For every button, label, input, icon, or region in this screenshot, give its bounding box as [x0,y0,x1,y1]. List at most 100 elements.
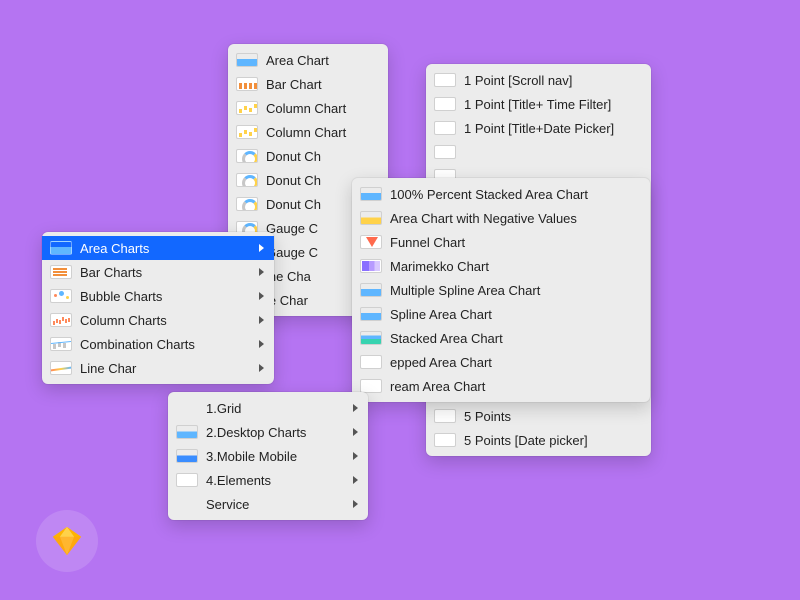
points-item[interactable]: 5 Points [426,404,651,428]
area-charts-submenu: 100% Percent Stacked Area Chart Area Char… [352,178,650,402]
chart-thumb-icon [360,211,382,225]
area-sub-item[interactable]: Spline Area Chart [352,302,650,326]
menu-item-label: Line Char [80,361,241,376]
sketch-badge [36,510,98,572]
menu-item-label: Service [206,497,335,512]
area-sub-item[interactable]: epped Area Chart [352,350,650,374]
chart-thumb-icon [50,265,72,279]
chart-category-item[interactable]: Column Charts [42,308,274,332]
chart-type-item[interactable]: Column Chart [228,120,388,144]
menu-item-label: 5 Points [464,409,641,424]
menu-item-label: Donut Ch [266,149,378,164]
menu-item-label: 5 Points [Date picker] [464,433,641,448]
chevron-right-icon [353,452,358,460]
chart-type-item[interactable]: Column Chart [228,96,388,120]
chart-category-item[interactable]: Bubble Charts [42,284,274,308]
menu-item-label: Area Chart [266,53,378,68]
menu-item-label: 2.Desktop Charts [206,425,335,440]
chart-thumb-icon [236,77,258,91]
chevron-right-icon [259,292,264,300]
menu-item-label: Bubble Charts [80,289,241,304]
numbered-item[interactable]: 4.Elements [168,468,368,492]
area-sub-item[interactable]: Marimekko Chart [352,254,650,278]
menu-item-label: Combination Charts [80,337,241,352]
chart-thumb-icon [360,235,382,249]
chart-thumb-icon [50,241,72,255]
chart-type-item[interactable]: Bar Chart [228,72,388,96]
menu-item-label: epped Area Chart [390,355,640,370]
numbered-item[interactable]: 3.Mobile Mobile [168,444,368,468]
chevron-right-icon [353,404,358,412]
chevron-right-icon [259,364,264,372]
menu-item-label: 1 Point [Title+Date Picker] [464,121,641,136]
menu-item-label: 1 Point [Title+ Time Filter] [464,97,641,112]
chevron-right-icon [259,268,264,276]
menu-item-label: 4.Elements [206,473,335,488]
chart-thumb-icon [360,259,382,273]
numbered-item[interactable]: Service [168,492,368,516]
menu-item-label: 3.Mobile Mobile [206,449,335,464]
chart-thumb-icon [176,425,198,439]
points-item[interactable]: 5 Points [Date picker] [426,428,651,452]
chart-thumb-icon [360,307,382,321]
menu-item-label: Column Charts [80,313,241,328]
chevron-right-icon [353,500,358,508]
chart-type-item[interactable]: Donut Ch [228,144,388,168]
points-item[interactable] [426,140,651,164]
menu-item-label: 1 Point [Scroll nav] [464,73,641,88]
area-sub-item[interactable]: Area Chart with Negative Values [352,206,650,230]
chart-thumb-icon [50,289,72,303]
menu-item-label: Spline Area Chart [390,307,640,322]
chart-category-item[interactable]: Line Char [42,356,274,380]
chart-thumb-icon [360,283,382,297]
chart-thumb-icon [434,73,456,87]
numbered-item[interactable]: 2.Desktop Charts [168,420,368,444]
chart-thumb-icon [50,361,72,375]
area-sub-item[interactable]: Stacked Area Chart [352,326,650,350]
menu-item-label: 100% Percent Stacked Area Chart [390,187,640,202]
chevron-right-icon [259,316,264,324]
chart-thumb-icon [176,473,198,487]
chart-thumb-icon [360,355,382,369]
area-sub-item[interactable]: Funnel Chart [352,230,650,254]
menu-item-label: 1.Grid [206,401,335,416]
menu-item-label: Column Chart [266,101,378,116]
menu-item-label: Stacked Area Chart [390,331,640,346]
chart-category-menu: Area Charts Bar Charts Bubble Charts Column… [42,232,274,384]
chart-thumb-icon [434,145,456,159]
chart-category-item[interactable]: Combination Charts [42,332,274,356]
chart-thumb-icon [434,433,456,447]
area-sub-item[interactable]: ream Area Chart [352,374,650,398]
chart-thumb-icon [236,197,258,211]
points-item[interactable]: 1 Point [Title+ Time Filter] [426,92,651,116]
chart-type-item[interactable]: Area Chart [228,48,388,72]
chart-thumb-icon [360,331,382,345]
area-sub-item[interactable]: 100% Percent Stacked Area Chart [352,182,650,206]
points-item[interactable]: 1 Point [Title+Date Picker] [426,116,651,140]
area-sub-item[interactable]: Multiple Spline Area Chart [352,278,650,302]
chart-thumb-icon [236,125,258,139]
chart-thumb-icon [236,149,258,163]
menu-item-label: Funnel Chart [390,235,640,250]
menu-item-label: Multiple Spline Area Chart [390,283,640,298]
chart-thumb-icon [50,313,72,327]
numbered-item[interactable]: 1.Grid [168,396,368,420]
menu-item-label: Bar Charts [80,265,241,280]
chart-category-item[interactable]: Bar Charts [42,260,274,284]
points-item[interactable]: 1 Point [Scroll nav] [426,68,651,92]
menu-item-label: Column Chart [266,125,378,140]
chevron-right-icon [259,340,264,348]
chart-thumb-icon [434,121,456,135]
chart-thumb-icon [236,53,258,67]
menu-item-label: Bar Chart [266,77,378,92]
chevron-right-icon [353,428,358,436]
chart-thumb-icon [176,449,198,463]
chart-thumb-icon [434,97,456,111]
menu-item-label: Marimekko Chart [390,259,640,274]
chart-category-item[interactable]: Area Charts [42,236,274,260]
chart-thumb-icon [360,379,382,393]
chart-thumb-icon [360,187,382,201]
menu-item-label: ream Area Chart [390,379,640,394]
menu-item-label: Area Charts [80,241,241,256]
menu-item-label: Area Chart with Negative Values [390,211,640,226]
